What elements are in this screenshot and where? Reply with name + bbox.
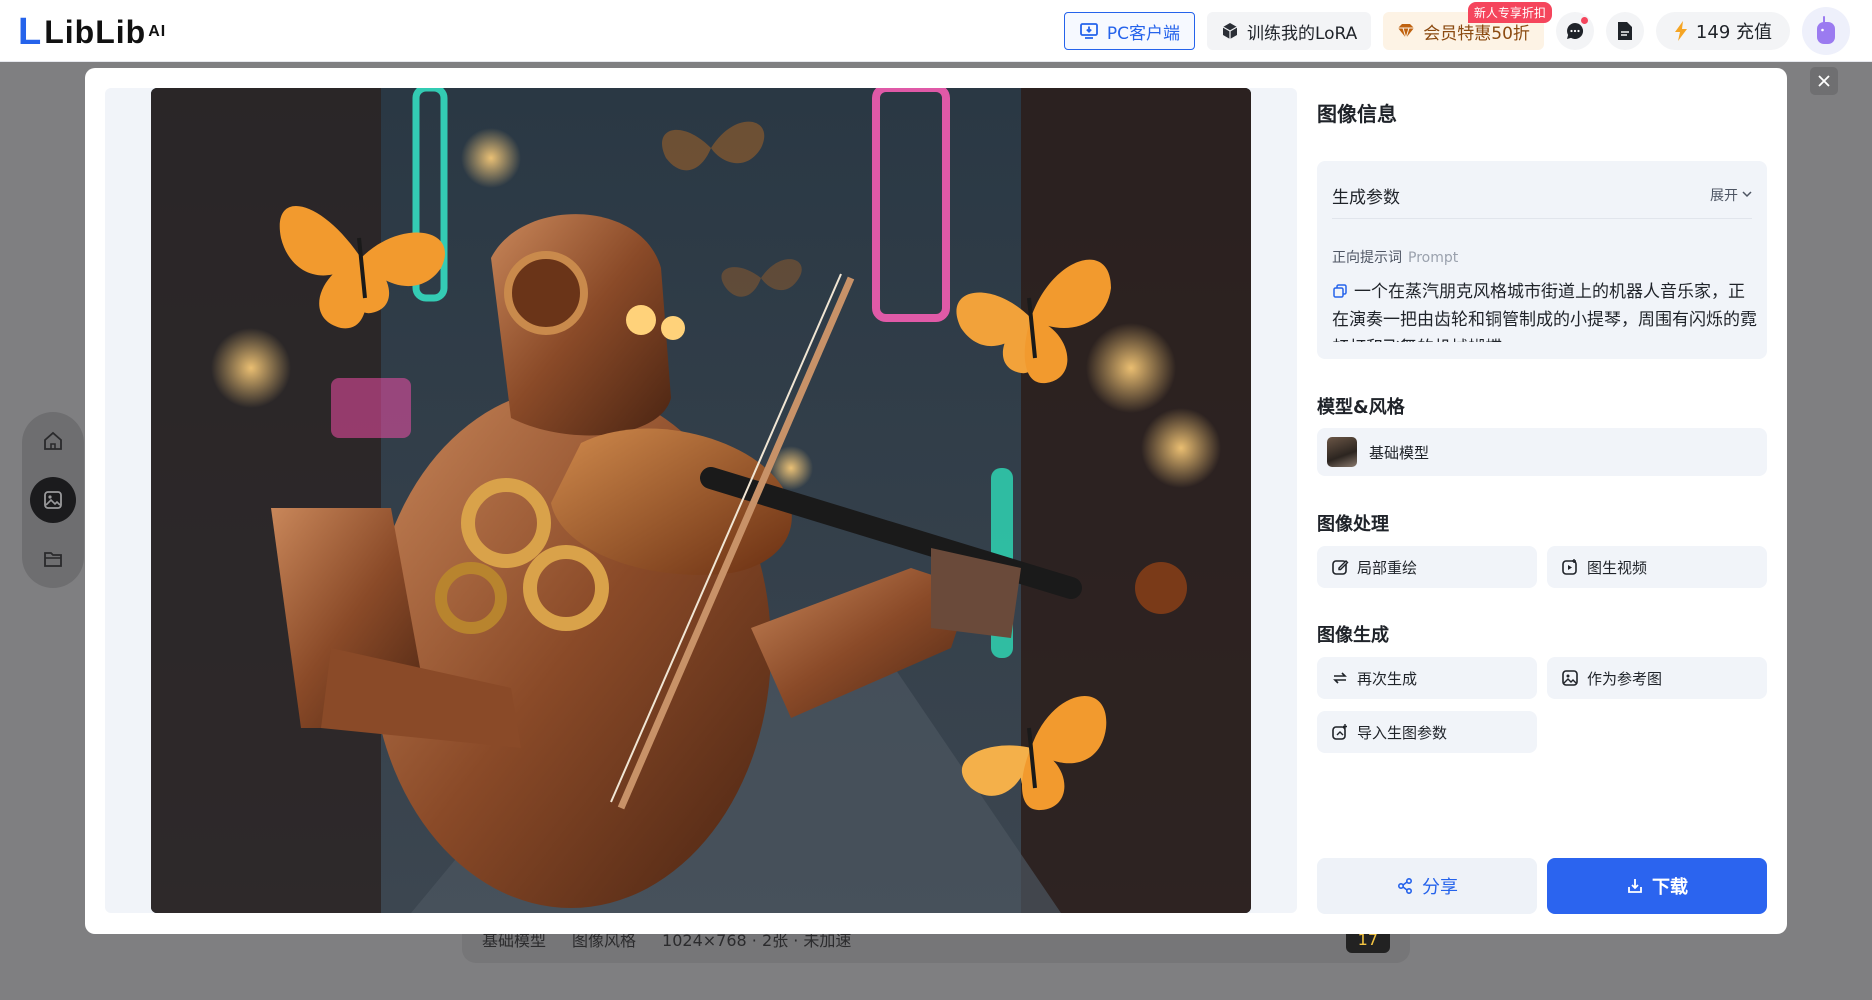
logo-sup: AI xyxy=(148,23,167,40)
train-lora-button[interactable]: 训练我的LoRA xyxy=(1206,12,1372,50)
use-as-reference-button[interactable]: 作为参考图 xyxy=(1547,657,1767,699)
avatar-figure-icon xyxy=(1817,16,1835,44)
monitor-download-icon xyxy=(1079,23,1098,39)
inpaint-label: 局部重绘 xyxy=(1357,558,1418,577)
copy-icon[interactable] xyxy=(1332,283,1348,299)
messages-button[interactable] xyxy=(1555,12,1594,50)
video-icon xyxy=(1562,559,1577,575)
pc-client-label: PC客户端 xyxy=(1106,23,1180,44)
vip-discount-button[interactable]: 会员特惠50折 新人专享折扣 xyxy=(1383,2,1552,50)
download-label: 下载 xyxy=(1652,877,1688,898)
diamond-icon xyxy=(1398,24,1415,39)
left-nav-rail xyxy=(22,412,84,588)
cube-icon xyxy=(1222,23,1238,39)
user-avatar[interactable] xyxy=(1802,7,1850,55)
edit-pencil-icon xyxy=(1332,560,1349,575)
notification-dot xyxy=(1580,17,1588,24)
home-icon xyxy=(44,432,62,451)
use-as-reference-label: 作为参考图 xyxy=(1587,669,1663,688)
regenerate-label: 再次生成 xyxy=(1357,669,1418,688)
chevron-down-icon xyxy=(1742,191,1752,198)
refresh-icon xyxy=(1333,672,1347,684)
img2video-label: 图生视频 xyxy=(1587,558,1648,577)
share-button[interactable]: 分享 xyxy=(1317,858,1537,914)
credits-label: 149 充值 xyxy=(1695,22,1772,43)
prompt-text-block: 一个在蒸汽朋克风格城市街道上的机器人音乐家，正在演奏一把由齿轮和铜管制成的小提琴… xyxy=(1332,278,1757,342)
params-title: 生成参数 xyxy=(1332,188,1400,208)
nav-image[interactable] xyxy=(30,476,76,523)
prompt-text: 一个在蒸汽朋克风格城市街道上的机器人音乐家，正在演奏一把由齿轮和铜管制成的小提琴… xyxy=(1332,282,1757,342)
share-icon xyxy=(1397,877,1413,895)
img2video-button[interactable]: 图生视频 xyxy=(1547,546,1767,588)
logo-mark-icon: L xyxy=(18,10,43,53)
steampunk-robot-violinist-image xyxy=(151,88,1251,913)
new-user-badge: 新人专享折扣 xyxy=(1467,2,1552,23)
import-params-label: 导入生图参数 xyxy=(1357,723,1448,742)
image-process-title: 图像处理 xyxy=(1317,514,1389,535)
download-button[interactable]: 下载 xyxy=(1547,858,1767,914)
model-thumbnail xyxy=(1327,437,1357,467)
nav-folder[interactable] xyxy=(30,536,76,582)
files-button[interactable] xyxy=(1605,12,1644,50)
lightning-icon xyxy=(1674,21,1687,41)
train-lora-label: 训练我的LoRA xyxy=(1246,23,1358,44)
expand-label: 展开 xyxy=(1710,188,1738,204)
image-generate-title: 图像生成 xyxy=(1317,625,1389,646)
inpaint-button[interactable]: 局部重绘 xyxy=(1317,546,1537,588)
liblib-logo[interactable]: L LibLib AI xyxy=(18,10,167,53)
prompt-label-en: Prompt xyxy=(1408,250,1459,266)
folder-icon xyxy=(44,551,62,567)
params-header: 生成参数 展开 xyxy=(1332,183,1752,219)
top-header: L LibLib AI PC客户端 训练我的LoRA 会员特惠50折 新人专享折… xyxy=(0,0,1872,62)
regenerate-button[interactable]: 再次生成 xyxy=(1317,657,1537,699)
close-icon xyxy=(1818,75,1830,87)
prompt-label: 正向提示词 Prompt xyxy=(1332,247,1458,267)
expand-toggle[interactable]: 展开 xyxy=(1710,183,1752,218)
logo-text: LibLib xyxy=(44,13,147,50)
model-style-title: 模型&风格 xyxy=(1317,397,1405,418)
image-reference-icon xyxy=(1562,670,1578,686)
prompt-label-zh: 正向提示词 xyxy=(1332,250,1402,266)
credits-recharge-button[interactable]: 149 充值 xyxy=(1655,12,1790,50)
share-label: 分享 xyxy=(1422,877,1458,898)
import-params-button[interactable]: 导入生图参数 xyxy=(1317,711,1537,753)
document-icon xyxy=(1617,22,1632,40)
image-info-title: 图像信息 xyxy=(1317,102,1397,126)
close-modal-button[interactable] xyxy=(1810,67,1838,95)
image-icon xyxy=(44,491,62,509)
model-name: 基础模型 xyxy=(1369,443,1430,462)
import-image-icon xyxy=(1332,724,1347,740)
nav-home[interactable] xyxy=(30,418,76,464)
generated-image[interactable] xyxy=(151,88,1251,913)
model-card[interactable]: 基础模型 xyxy=(1317,428,1767,476)
chat-bubble-icon xyxy=(1566,22,1583,39)
download-icon xyxy=(1628,879,1642,893)
pc-client-button[interactable]: PC客户端 xyxy=(1063,12,1195,50)
